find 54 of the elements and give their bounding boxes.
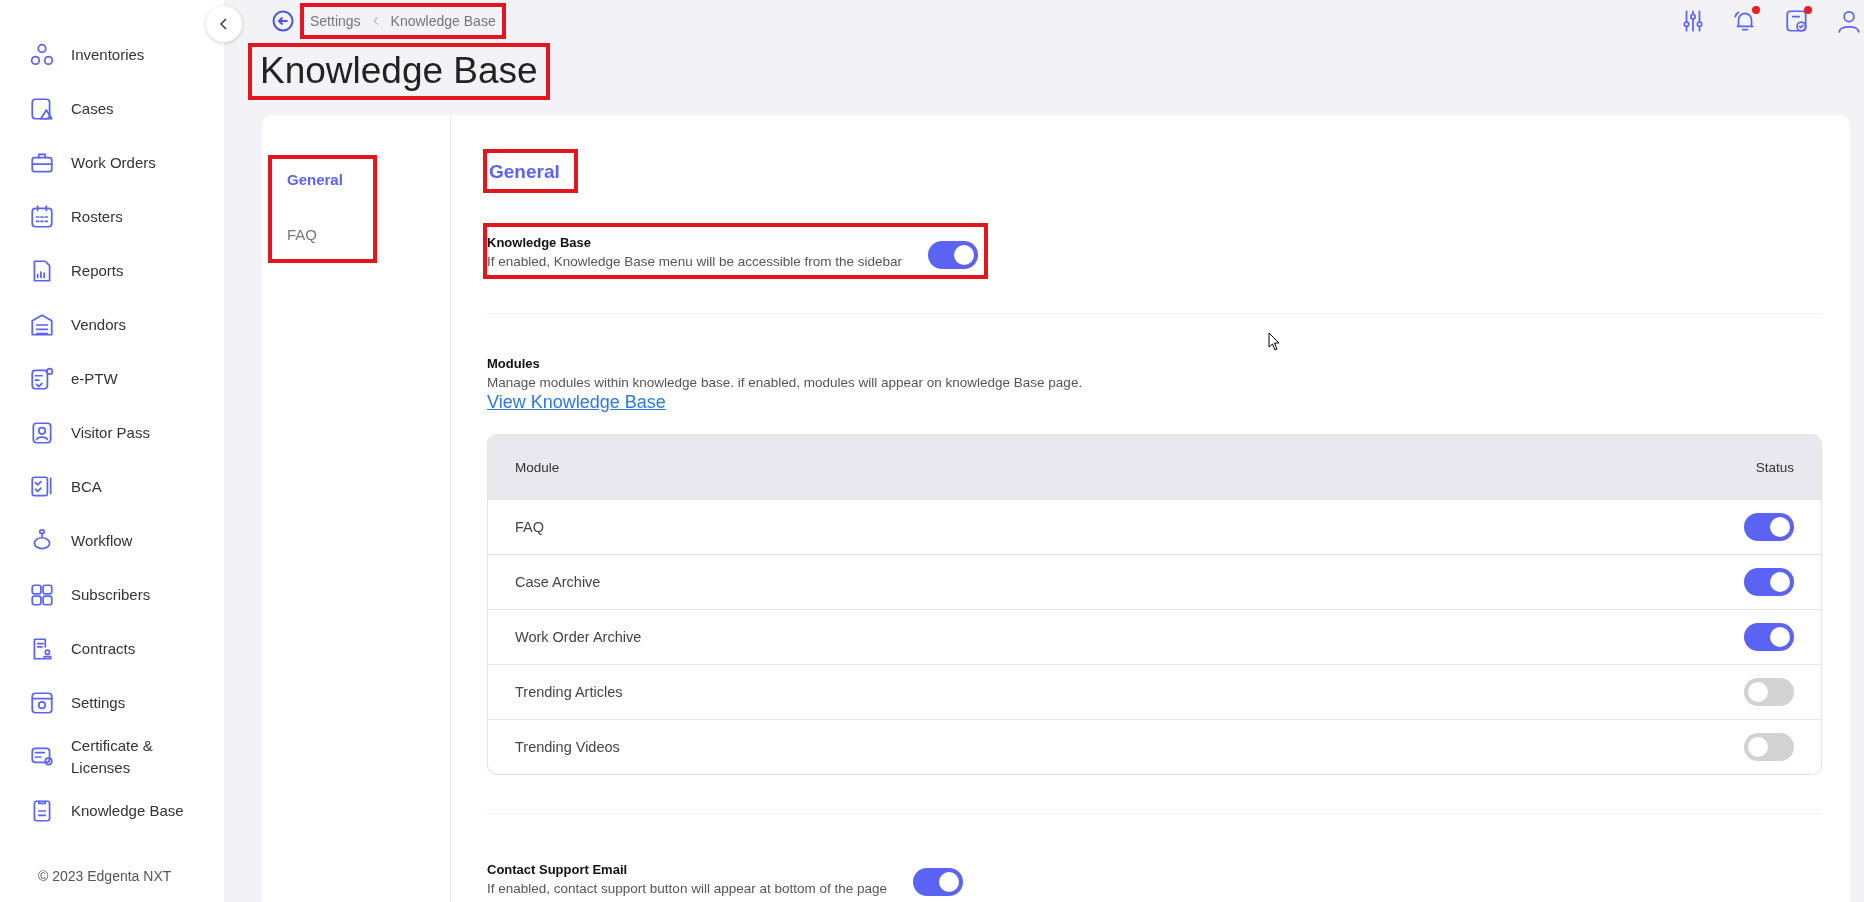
sidebar-item[interactable]: Contracts (0, 622, 224, 676)
task-icon (1784, 7, 1810, 34)
view-link[interactable]: View Knowledge Base (487, 392, 666, 413)
toolbox-icon (29, 150, 55, 176)
setting-title: Modules (487, 356, 541, 371)
building-icon (29, 312, 55, 338)
sidebar-item[interactable]: Inventories (0, 28, 224, 82)
toggle-switch[interactable] (1744, 623, 1794, 651)
copyright-text: © 2023 Edgenta NXT (37, 868, 173, 884)
column-header: Module (515, 459, 560, 475)
sidebar-item[interactable]: BCA (0, 460, 224, 514)
sidebar-item[interactable]: Rosters (0, 190, 224, 244)
table-cell: FAQ (515, 519, 544, 535)
table-cell: Work Order Archive (515, 629, 642, 645)
warning-icon (29, 96, 55, 122)
breadcrumb-link[interactable]: Settings (310, 12, 361, 29)
cursor-icon (1268, 332, 1282, 352)
column-header: Status (1755, 459, 1794, 475)
settings-tab[interactable]: General (287, 171, 343, 188)
calendar-icon (29, 204, 55, 230)
sidebar-item[interactable]: Visitor Pass (0, 406, 224, 460)
nodes-icon (29, 42, 55, 68)
toggle-switch[interactable] (1744, 678, 1794, 706)
sidebar-item[interactable]: Cases (0, 82, 224, 136)
toggle-switch[interactable] (1744, 733, 1794, 761)
toggle-switch[interactable] (1744, 513, 1794, 541)
back-icon[interactable] (272, 9, 294, 32)
clipboard-icon (29, 474, 55, 500)
toggle-switch[interactable] (1744, 568, 1794, 596)
sidebar-item[interactable]: Certificate & Licenses (0, 730, 224, 784)
breadcrumb-link[interactable]: Knowledge Base (390, 12, 496, 29)
collapse-button[interactable] (206, 6, 242, 42)
table-cell: Case Archive (515, 574, 601, 590)
sidebar-item[interactable]: Reports (0, 244, 224, 298)
toggle-switch[interactable] (928, 241, 978, 269)
sidebar-item[interactable]: Vendors (0, 298, 224, 352)
settings-tab[interactable]: FAQ (287, 226, 343, 243)
sidebar-item[interactable]: Work Orders (0, 136, 224, 190)
checklist-icon (29, 366, 55, 392)
setting-title: Contact Support Email (487, 862, 629, 877)
sidebar-item[interactable]: e-PTW (0, 352, 224, 406)
setting-description: If enabled, contact support button will appear at bottom of the page (487, 881, 888, 896)
setting-title: Knowledge Base (487, 235, 593, 250)
sidebar-item[interactable]: Knowledge Base (0, 784, 224, 838)
setting-description: If enabled, Knowledge Base menu will be accessible from the sidebar (487, 254, 902, 269)
sidebar-item[interactable]: Workflow (0, 514, 224, 568)
setting-description: Manage modules within knowledge base. if enabled, modules will appear on knowledge Base page. (487, 375, 1084, 390)
sidebar-item[interactable]: Subscribers (0, 568, 224, 622)
sidebar-item[interactable]: Settings (0, 676, 224, 730)
table-cell: Trending Articles (515, 684, 623, 700)
toggle-switch[interactable] (913, 868, 964, 896)
grid-icon (29, 582, 55, 608)
badge-icon (29, 420, 55, 446)
table-cell: Trending Videos (515, 739, 620, 755)
